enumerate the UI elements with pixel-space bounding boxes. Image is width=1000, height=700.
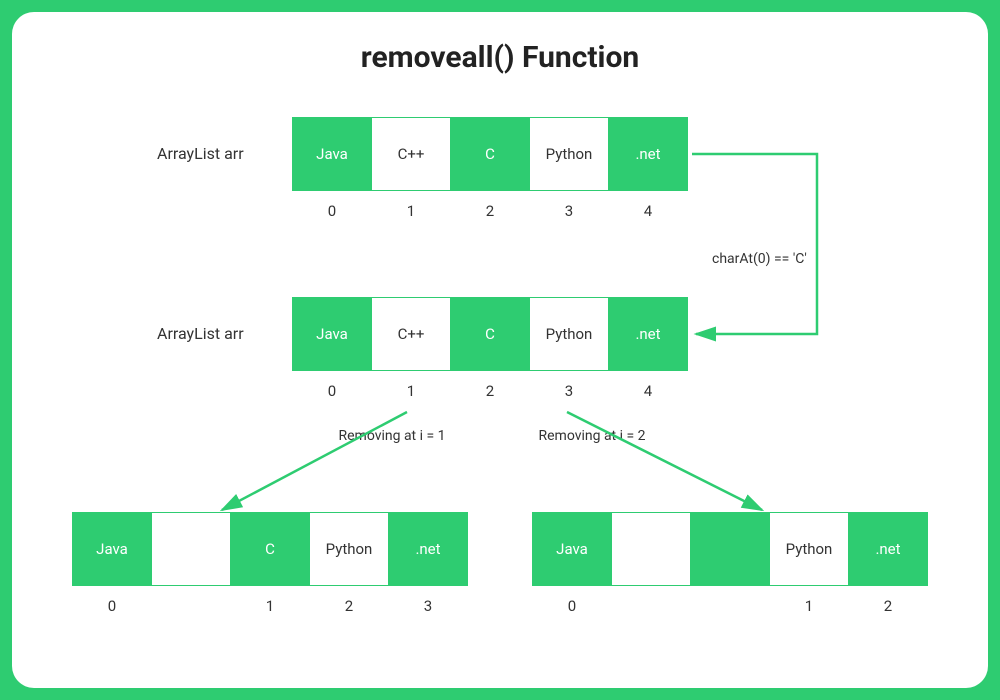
array-index: 1 xyxy=(371,202,451,220)
condition-text: charAt(0) == 'C' xyxy=(712,250,912,269)
array-cell: .net xyxy=(848,512,928,586)
array-index: 0 xyxy=(292,202,372,220)
array-cell: C++ xyxy=(371,297,451,371)
result1-indices: 0 123 xyxy=(72,597,468,615)
array-cell: Java xyxy=(292,117,372,191)
array-index: 1 xyxy=(769,597,849,615)
removing1-text: Removing at i = 1 xyxy=(332,427,452,446)
page-title: removeall() Function xyxy=(12,40,988,75)
array-index xyxy=(611,597,691,615)
array-index: 4 xyxy=(608,382,688,400)
array-cell: C xyxy=(230,512,310,586)
array-cell: C++ xyxy=(371,117,451,191)
array-index: 0 xyxy=(532,597,612,615)
array-index: 3 xyxy=(529,382,609,400)
array-cell: Java xyxy=(72,512,152,586)
array-cell: Python xyxy=(529,117,609,191)
row1-label: ArrayList arr xyxy=(157,144,244,163)
row2-indices: 01234 xyxy=(292,382,688,400)
array-index: 0 xyxy=(72,597,152,615)
row2-label: ArrayList arr xyxy=(157,324,244,343)
array-index: 2 xyxy=(848,597,928,615)
diagram-canvas: removeall() Function ArrayList arr JavaC… xyxy=(12,12,988,688)
array-cell xyxy=(611,512,691,586)
array-index: 3 xyxy=(529,202,609,220)
array-cell xyxy=(151,512,231,586)
array-cell xyxy=(690,512,770,586)
row1-indices: 01234 xyxy=(292,202,688,220)
array-cell: Java xyxy=(292,297,372,371)
array-cell: .net xyxy=(388,512,468,586)
array-cell: Python xyxy=(309,512,389,586)
array-index xyxy=(690,597,770,615)
row2-cells: JavaC++CPython.net xyxy=(292,297,688,371)
array-index: 4 xyxy=(608,202,688,220)
removing2-text: Removing at i = 2 xyxy=(532,427,652,446)
array-cell: Java xyxy=(532,512,612,586)
array-cell: .net xyxy=(608,117,688,191)
array-index: 0 xyxy=(292,382,372,400)
result2-cells: Java Python.net xyxy=(532,512,928,586)
array-index: 1 xyxy=(230,597,310,615)
array-index: 1 xyxy=(371,382,451,400)
array-cell: C xyxy=(450,297,530,371)
array-cell: Python xyxy=(529,297,609,371)
array-index: 3 xyxy=(388,597,468,615)
array-index: 2 xyxy=(309,597,389,615)
result1-cells: Java CPython.net xyxy=(72,512,468,586)
array-index: 2 xyxy=(450,202,530,220)
result2-indices: 0 12 xyxy=(532,597,928,615)
array-cell: C xyxy=(450,117,530,191)
array-index xyxy=(151,597,231,615)
array-cell: Python xyxy=(769,512,849,586)
array-cell: .net xyxy=(608,297,688,371)
array-index: 2 xyxy=(450,382,530,400)
row1-cells: JavaC++CPython.net xyxy=(292,117,688,191)
